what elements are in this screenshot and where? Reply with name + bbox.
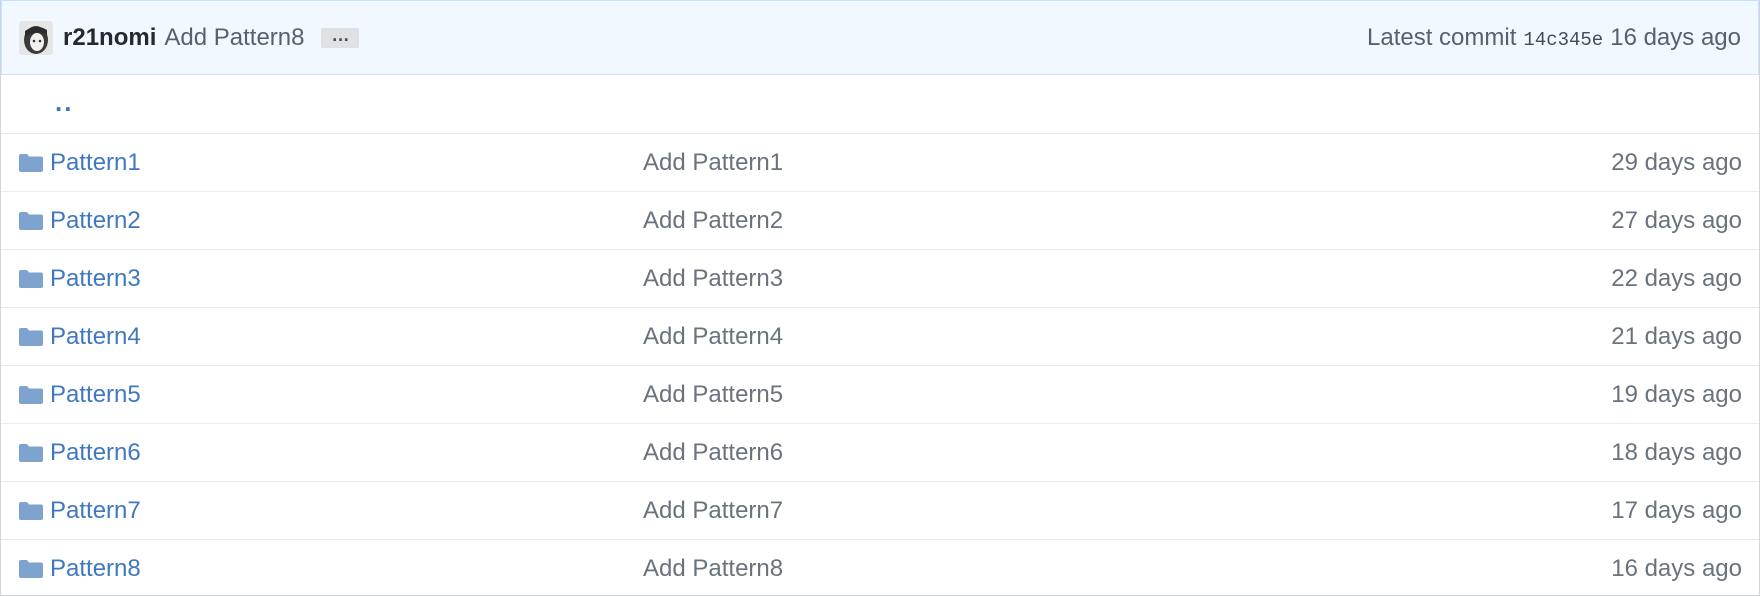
- commit-age: 16 days ago: [1610, 23, 1741, 51]
- file-list: Pattern1 Add Pattern1 29 days ago Patter…: [1, 133, 1759, 595]
- file-name-cell: Pattern7: [46, 497, 643, 525]
- latest-commit: Latest commit 14c345e 16 days ago: [1367, 24, 1741, 52]
- folder-icon: [18, 269, 46, 289]
- file-age: 18 days ago: [1611, 438, 1742, 466]
- file-commit-message-link[interactable]: Add Pattern5: [643, 381, 1611, 409]
- file-name-link[interactable]: Pattern5: [50, 381, 141, 408]
- file-name-link[interactable]: Pattern2: [50, 207, 141, 234]
- folder-icon: [18, 443, 46, 463]
- latest-commit-label: Latest commit: [1367, 23, 1517, 51]
- file-name-link[interactable]: Pattern7: [50, 497, 141, 524]
- folder-icon: [18, 501, 46, 521]
- file-row[interactable]: Pattern5 Add Pattern5 19 days ago: [1, 365, 1759, 423]
- file-name-cell: Pattern8: [46, 555, 643, 583]
- file-commit-message-link[interactable]: Add Pattern4: [643, 323, 1611, 351]
- avatar[interactable]: [19, 20, 53, 55]
- expand-commit-message-button[interactable]: …: [321, 26, 360, 48]
- file-row[interactable]: Pattern2 Add Pattern2 27 days ago: [1, 191, 1759, 249]
- file-age: 29 days ago: [1611, 148, 1742, 176]
- file-name-link[interactable]: Pattern6: [50, 439, 141, 466]
- file-commit-message-link[interactable]: Add Pattern1: [643, 149, 1611, 177]
- file-age: 16 days ago: [1611, 554, 1742, 582]
- file-row[interactable]: Pattern7 Add Pattern7 17 days ago: [1, 481, 1759, 539]
- file-name-cell: Pattern6: [46, 439, 643, 467]
- folder-icon: [18, 327, 46, 347]
- commit-message-link[interactable]: Add Pattern8: [164, 24, 304, 52]
- folder-icon: [18, 211, 46, 231]
- file-age: 27 days ago: [1611, 206, 1742, 234]
- up-tree-row[interactable]: ..: [1, 75, 1759, 133]
- file-name-link[interactable]: Pattern4: [50, 323, 141, 350]
- file-age: 19 days ago: [1611, 380, 1742, 408]
- file-commit-message-link[interactable]: Add Pattern2: [643, 207, 1611, 235]
- parent-directory-link[interactable]: ..: [55, 87, 73, 118]
- commit-tease: r21nomi Add Pattern8 … Latest commit 14c…: [1, 0, 1759, 75]
- file-row[interactable]: Pattern6 Add Pattern6 18 days ago: [1, 423, 1759, 481]
- file-age: 21 days ago: [1611, 322, 1742, 350]
- file-age: 22 days ago: [1611, 264, 1742, 292]
- folder-icon: [18, 385, 46, 405]
- avatar-image: [19, 20, 53, 55]
- folder-icon: [18, 559, 46, 579]
- file-row[interactable]: Pattern1 Add Pattern1 29 days ago: [1, 133, 1759, 191]
- file-age: 17 days ago: [1611, 496, 1742, 524]
- file-name-link[interactable]: Pattern3: [50, 265, 141, 292]
- file-name-cell: Pattern1: [46, 149, 643, 177]
- file-row[interactable]: Pattern8 Add Pattern8 16 days ago: [1, 539, 1759, 595]
- file-name-link[interactable]: Pattern1: [50, 149, 141, 176]
- file-name-cell: Pattern4: [46, 323, 643, 351]
- file-commit-message-link[interactable]: Add Pattern7: [643, 497, 1611, 525]
- file-commit-message-link[interactable]: Add Pattern3: [643, 265, 1611, 293]
- file-name-cell: Pattern3: [46, 265, 643, 293]
- file-commit-message-link[interactable]: Add Pattern6: [643, 439, 1611, 467]
- commit-sha-link[interactable]: 14c345e: [1523, 29, 1603, 51]
- file-name-cell: Pattern5: [46, 381, 643, 409]
- commit-author-link[interactable]: r21nomi: [63, 24, 156, 52]
- file-row[interactable]: Pattern3 Add Pattern3 22 days ago: [1, 249, 1759, 307]
- file-table: r21nomi Add Pattern8 … Latest commit 14c…: [0, 0, 1760, 596]
- file-row[interactable]: Pattern4 Add Pattern4 21 days ago: [1, 307, 1759, 365]
- file-name-cell: Pattern2: [46, 207, 643, 235]
- file-name-link[interactable]: Pattern8: [50, 555, 141, 582]
- file-commit-message-link[interactable]: Add Pattern8: [643, 555, 1611, 583]
- folder-icon: [18, 153, 46, 173]
